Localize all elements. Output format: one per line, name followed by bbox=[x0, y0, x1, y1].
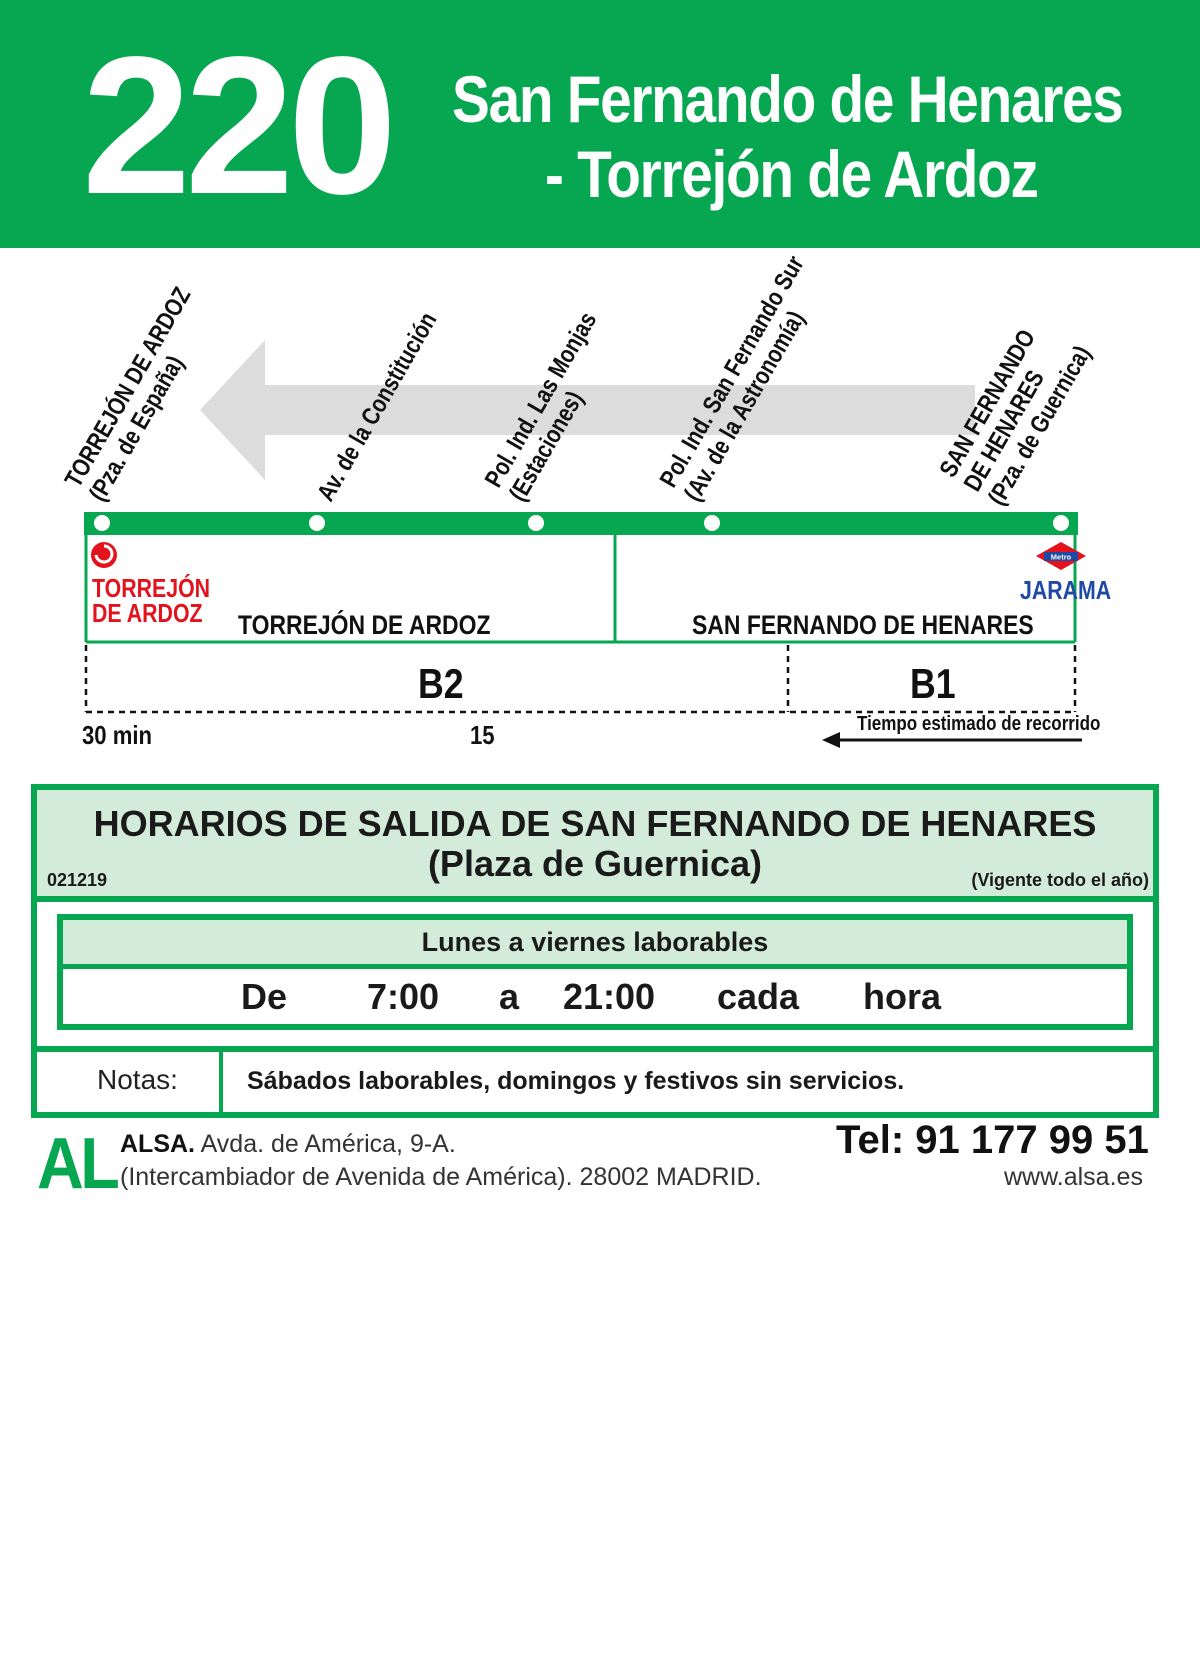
metro-station-name: JARAMA bbox=[1020, 575, 1112, 605]
notes-text: Sábados laborables, domingos y festivos … bbox=[247, 1067, 905, 1095]
stop-dot bbox=[528, 515, 544, 531]
time-label: 30 min bbox=[82, 720, 153, 750]
stop-dot bbox=[1053, 515, 1069, 531]
travel-time-note: Tiempo estimado de recorrido bbox=[857, 713, 1101, 735]
stop-dot bbox=[704, 515, 720, 531]
schedule-header: HORARIOS DE SALIDA DE SAN FERNANDO DE HE… bbox=[37, 790, 1153, 902]
weekday-label: Lunes a viernes laborables bbox=[63, 920, 1127, 969]
zone-name: SAN FERNANDO DE HENARES bbox=[692, 610, 1034, 640]
metro-badge: Metro bbox=[1051, 553, 1072, 562]
stop-dot bbox=[309, 515, 325, 531]
route-name-line1: San Fernando de Henares bbox=[452, 62, 1124, 136]
renfe-station-name: TORREJÓN DE ARDOZ bbox=[92, 573, 211, 628]
zone-name: TORREJÓN DE ARDOZ bbox=[238, 610, 491, 640]
notes-row: Notas: Sábados laborables, domingos y fe… bbox=[37, 1046, 1153, 1112]
weekday-times: De 7:00 a 21:00 cada hora bbox=[63, 969, 1127, 1024]
address-line2: (Intercambiador de Avenida de América). … bbox=[120, 1163, 762, 1191]
fare-zone-code: B1 bbox=[910, 660, 956, 707]
renfe-cercanias-icon bbox=[91, 542, 117, 568]
address-line1: Avda. de América, 9-A. bbox=[200, 1130, 456, 1158]
schedule-title: HORARIOS DE SALIDA DE SAN FERNANDO DE HE… bbox=[93, 803, 1097, 844]
alsa-logo: AL bbox=[37, 1124, 120, 1204]
schedule-box: HORARIOS DE SALIDA DE SAN FERNANDO DE HE… bbox=[31, 784, 1159, 1118]
metro-icon: Metro bbox=[1036, 542, 1086, 570]
company-address: ALSA. Avda. de América, 9-A. bbox=[120, 1130, 456, 1159]
schedule-id: 021219 bbox=[47, 870, 108, 890]
route-line bbox=[84, 512, 1078, 535]
fare-zone-code: B2 bbox=[418, 660, 464, 707]
word-every: cada bbox=[717, 976, 800, 1017]
route-header: 220 San Fernando de Henares - Torrejón d… bbox=[0, 0, 1200, 248]
word-from: De bbox=[241, 976, 288, 1017]
word-to: a bbox=[499, 976, 520, 1017]
frequency-unit: hora bbox=[863, 976, 942, 1017]
route-name-line2: - Torrejón de Ardoz bbox=[545, 137, 1039, 211]
start-time: 7:00 bbox=[367, 976, 440, 1017]
schedule-validity: (Vigente todo el año) bbox=[971, 870, 1149, 890]
weekday-schedule: Lunes a viernes laborables De 7:00 a 21:… bbox=[57, 914, 1133, 1030]
company-name: ALSA. bbox=[120, 1130, 195, 1158]
time-label: 15 bbox=[470, 720, 495, 750]
stop-dot bbox=[94, 515, 110, 531]
phone-number: Tel: 91 177 99 51 bbox=[836, 1118, 1149, 1162]
end-time: 21:00 bbox=[563, 976, 656, 1017]
website-link[interactable]: www.alsa.es bbox=[1004, 1163, 1143, 1192]
route-number: 220 bbox=[82, 16, 397, 235]
notes-divider bbox=[219, 1052, 223, 1112]
route-diagram: Metro TORREJÓN DE ARDOZ (Pza. de España)… bbox=[0, 250, 1200, 770]
notes-label: Notas: bbox=[97, 1064, 178, 1095]
